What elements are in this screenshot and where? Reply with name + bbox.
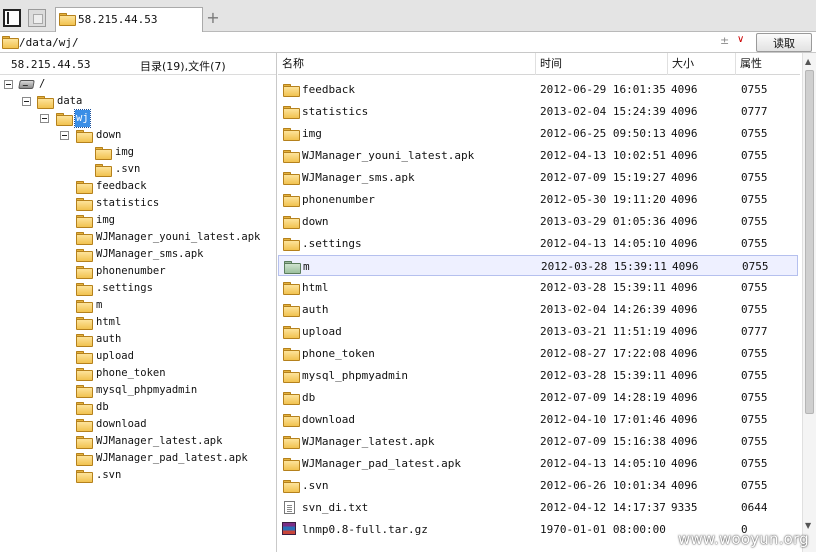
folder-icon <box>76 368 93 381</box>
file-list-header: 名称 时间 大小 属性 <box>278 53 800 75</box>
folder-icon <box>283 392 300 405</box>
folder-icon <box>76 300 93 313</box>
tab-bar: 58.215.44.53 + <box>0 0 816 33</box>
tab-host[interactable]: 58.215.44.53 <box>55 7 203 33</box>
folder-icon <box>76 266 93 279</box>
tab-title: 58.215.44.53 <box>78 13 158 26</box>
folder-icon <box>283 436 300 449</box>
folder-icon <box>76 334 93 347</box>
scroll-thumb[interactable] <box>805 70 814 414</box>
summary-label: 目录(19),文件(7) <box>140 60 226 73</box>
folder-icon <box>56 113 73 126</box>
table-row[interactable]: db 2012-07-09 14:28:19 4096 0755 <box>278 387 798 408</box>
vertical-scrollbar[interactable]: ▲ ▼ <box>802 53 816 552</box>
folder-icon <box>95 164 112 177</box>
table-row[interactable]: svn_di.txt 2012-04-12 14:17:37 9335 0644 <box>278 497 798 518</box>
table-row[interactable]: feedback 2012-06-29 16:01:35 4096 0755 <box>278 79 798 100</box>
column-header-size[interactable]: 大小 <box>668 53 736 75</box>
folder-icon <box>283 458 300 471</box>
directory-tree-panel: 58.215.44.53 目录(19),文件(7) / data wj down… <box>0 53 277 552</box>
table-row[interactable]: upload 2013-03-21 11:51:19 4096 0777 <box>278 321 798 342</box>
folder-icon <box>283 326 300 339</box>
address-bar: ± ∨ 读取 <box>0 32 816 53</box>
table-row[interactable]: html 2012-03-28 15:39:11 4096 0755 <box>278 277 798 298</box>
column-header-attr[interactable]: 属性 <box>736 53 800 75</box>
folder-icon <box>283 348 300 361</box>
chevron-down-icon[interactable]: ∨ <box>737 34 744 45</box>
table-row[interactable]: WJManager_latest.apk 2012-07-09 15:16:38 4… <box>278 431 798 452</box>
collapse-icon[interactable] <box>22 97 31 106</box>
table-row[interactable]: WJManager_sms.apk 2012-07-09 15:19:27 4096… <box>278 167 798 188</box>
table-row[interactable]: download 2012-04-10 17:01:46 4096 0755 <box>278 409 798 430</box>
updown-icon[interactable]: ± <box>720 34 729 47</box>
folder-icon <box>283 216 300 229</box>
table-row[interactable]: phonenumber 2012-05-30 19:11:20 4096 0755 <box>278 189 798 210</box>
table-row[interactable]: down 2013-03-29 01:05:36 4096 0755 <box>278 211 798 232</box>
scroll-up-icon[interactable]: ▲ <box>805 57 811 66</box>
folder-icon <box>283 106 300 119</box>
path-input[interactable] <box>19 34 719 50</box>
folder-icon <box>283 282 300 295</box>
folder-icon <box>76 402 93 415</box>
folder-icon <box>76 385 93 398</box>
table-row[interactable]: img 2012-06-25 09:50:13 4096 0755 <box>278 123 798 144</box>
folder-icon <box>283 414 300 427</box>
folder-icon <box>76 198 93 211</box>
folder-icon <box>76 181 93 194</box>
folder-icon <box>76 453 93 466</box>
collapse-icon[interactable] <box>60 131 69 140</box>
window-icon[interactable] <box>28 9 46 27</box>
folder-icon <box>283 84 300 97</box>
read-button[interactable]: 读取 <box>756 33 812 52</box>
folder-icon <box>76 249 93 262</box>
folder-icon <box>76 232 93 245</box>
table-row[interactable]: phone_token 2012-08-27 17:22:08 4096 0755 <box>278 343 798 364</box>
folder-icon <box>283 304 300 317</box>
host-label: 58.215.44.53 <box>11 58 91 71</box>
folder-icon <box>283 194 300 207</box>
drive-icon <box>18 80 35 89</box>
column-header-name[interactable]: 名称 <box>278 53 536 75</box>
folder-icon <box>283 370 300 383</box>
folder-icon <box>76 130 93 143</box>
collapse-icon[interactable] <box>4 80 13 89</box>
folder-icon <box>283 150 300 163</box>
add-tab-button[interactable]: + <box>205 8 221 28</box>
table-row[interactable]: mysql_phpmyadmin 2012-03-28 15:39:11 4096 0… <box>278 365 798 386</box>
table-row[interactable]: .svn 2012-06-26 10:01:34 4096 0755 <box>278 475 798 496</box>
folder-icon <box>76 436 93 449</box>
folder-icon <box>76 317 93 330</box>
folder-icon <box>283 128 300 141</box>
file-list-panel: 名称 时间 大小 属性 feedback 2012-06-29 16:01:35 4… <box>278 53 816 552</box>
folder-icon <box>76 470 93 483</box>
folder-icon <box>76 283 93 296</box>
table-row[interactable]: .settings 2012-04-13 14:05:10 4096 0755 <box>278 233 798 254</box>
folder-icon <box>2 36 19 49</box>
table-row-selected[interactable]: m 2012-03-28 15:39:11 4096 0755 <box>278 255 798 276</box>
table-row[interactable]: WJManager_pad_latest.apk 2012-04-13 14:05… <box>278 453 798 474</box>
collapse-icon[interactable] <box>40 114 49 123</box>
folder-icon <box>76 351 93 364</box>
folder-icon <box>95 147 112 160</box>
folder-icon <box>76 419 93 432</box>
table-row[interactable]: WJManager_youni_latest.apk 2012-04-13 10:… <box>278 145 798 166</box>
archive-file-icon <box>282 522 296 535</box>
folder-icon <box>283 172 300 185</box>
folder-icon <box>283 238 300 251</box>
folder-icon <box>37 96 54 109</box>
folder-icon <box>283 480 300 493</box>
folder-icon <box>59 13 76 26</box>
text-file-icon <box>284 501 295 514</box>
watermark: www.wooyun.org <box>678 530 809 548</box>
column-header-time[interactable]: 时间 <box>536 53 668 75</box>
folder-icon <box>76 215 93 228</box>
table-row[interactable]: statistics 2013-02-04 15:24:39 4096 0777 <box>278 101 798 122</box>
tree-header: 58.215.44.53 目录(19),文件(7) <box>0 53 276 75</box>
table-row[interactable]: auth 2013-02-04 14:26:39 4096 0755 <box>278 299 798 320</box>
scroll-down-icon[interactable]: ▼ <box>805 521 811 530</box>
panel-toggle-icon[interactable] <box>3 9 21 27</box>
folder-icon <box>284 261 301 274</box>
